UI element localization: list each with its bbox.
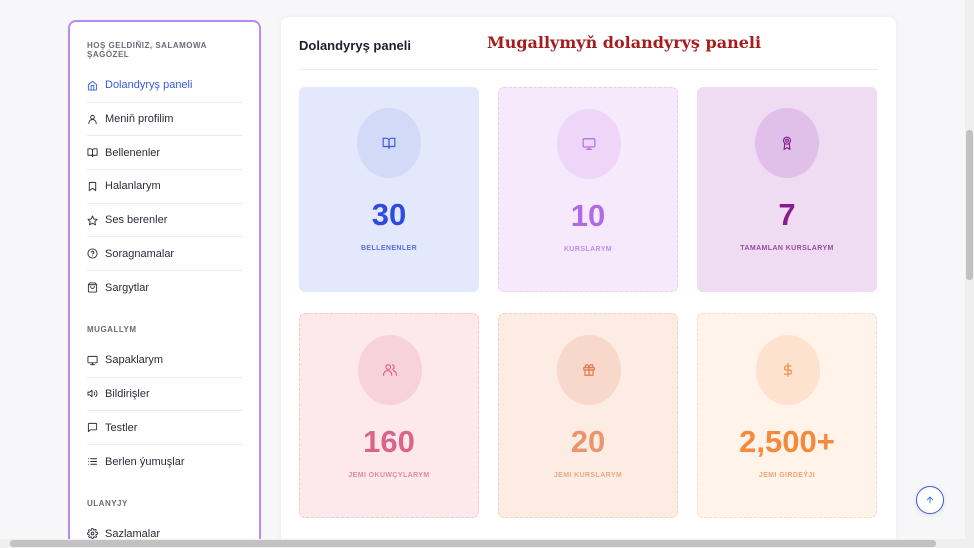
sidebar-item-quizzes[interactable]: Soragnamalar [87,237,242,272]
stat-value: 7 [778,197,796,232]
horizontal-scrollbar-thumb[interactable] [10,540,936,547]
sidebar-item-label: Dolandyryş paneli [105,79,193,92]
sidebar: HOŞ GELDIÑIZ, SALAMOWA ŞAGÖZEL Dolandyry… [68,20,261,548]
star-icon [87,215,103,226]
sidebar-item-profile[interactable]: Meniň profilim [87,103,242,137]
stat-value: 2,500+ [739,424,835,459]
sidebar-item-label: Testler [105,421,138,434]
users-icon [358,335,422,405]
dashboard-panel: Dolandyryş paneli Mugallymyň dolandyryş … [281,17,896,548]
stat-value: 10 [570,198,606,233]
monitor-icon [87,355,103,366]
settings-icon [87,528,103,540]
bookmark-icon [87,181,103,192]
stat-label: TAMAMLAN KURSLARYM [740,245,834,252]
message-square-icon [87,422,103,433]
sidebar-item-label: Berlen ýumuşlar [105,455,185,468]
page-title: Dolandyryş paneli [299,38,411,53]
page-subtitle: Mugallymyň dolandyryş paneli [487,33,762,52]
sidebar-section-account: ULANYJY [87,498,128,508]
stat-card-completed-courses: 7 TAMAMLAN KURSLARYM [697,87,877,292]
stat-label: JEMI GIRDEÝJI [758,472,816,479]
shopping-bag-icon [87,282,103,294]
sidebar-item-tests[interactable]: Testler [87,411,242,445]
sidebar-greeting: HOŞ GELDIÑIZ, SALAMOWA ŞAGÖZEL [87,41,207,59]
list-icon [87,456,103,467]
stat-card-total-courses: 20 JEMI KURSLARYM [498,313,678,518]
sidebar-item-orders[interactable]: Sargytlar [87,271,242,305]
sidebar-item-assignments[interactable]: Berlen ýumuşlar [87,445,242,479]
horizontal-scrollbar[interactable] [0,539,974,548]
help-circle-icon [87,248,103,259]
sidebar-item-label: Bildirişler [105,387,150,400]
sidebar-item-dashboard[interactable]: Dolandyryş paneli [87,69,242,103]
dollar-icon [756,335,820,405]
stat-label: BELLENENLER [360,245,418,252]
sidebar-item-label: Sapaklarym [105,354,164,367]
sidebar-item-label: Halanlarym [105,180,161,193]
sidebar-item-label: Soragnamalar [105,247,175,260]
sidebar-item-reviews[interactable]: Ses berenler [87,204,242,238]
sidebar-item-label: Ses berenler [105,214,168,227]
home-icon [87,80,103,91]
sidebar-item-my-courses[interactable]: Sapaklarym [87,344,242,378]
stat-card-enrolled: 30 BELLENENLER [299,87,479,292]
vertical-scrollbar-thumb[interactable] [966,130,973,280]
sidebar-item-label: Bellenenler [105,146,161,159]
gift-icon [557,335,621,405]
award-icon [755,108,819,178]
volume-icon [87,388,103,399]
sidebar-item-enrolled[interactable]: Bellenenler [87,136,242,171]
stat-value: 20 [570,424,606,459]
sidebar-item-wishlist[interactable]: Halanlarym [87,170,242,204]
vertical-scrollbar[interactable] [965,0,974,548]
stat-card-total-earnings: 2,500+ JEMI GIRDEÝJI [697,313,877,518]
sidebar-item-label: Sargytlar [105,281,150,294]
divider [299,69,878,70]
stat-card-total-students: 160 JEMI OKUWÇYLARYM [299,313,479,518]
book-open-icon [357,108,421,178]
sidebar-section-teacher: MUGALLYM [87,324,137,334]
monitor-icon [557,109,621,179]
stat-label: KURSLARYM [563,246,613,253]
stat-value: 160 [363,424,415,459]
scroll-to-top-button[interactable] [916,486,944,514]
stat-label: JEMI KURSLARYM [553,472,623,479]
stat-card-my-courses: 10 KURSLARYM [498,87,678,292]
stat-value: 30 [371,197,407,232]
arrow-up-icon [926,496,934,504]
book-open-icon [87,147,103,158]
sidebar-item-announcements[interactable]: Bildirişler [87,378,242,412]
sidebar-item-label: Meniň profilim [105,113,174,126]
stat-label: JEMI OKUWÇYLARYM [348,472,430,479]
user-icon [87,114,103,125]
